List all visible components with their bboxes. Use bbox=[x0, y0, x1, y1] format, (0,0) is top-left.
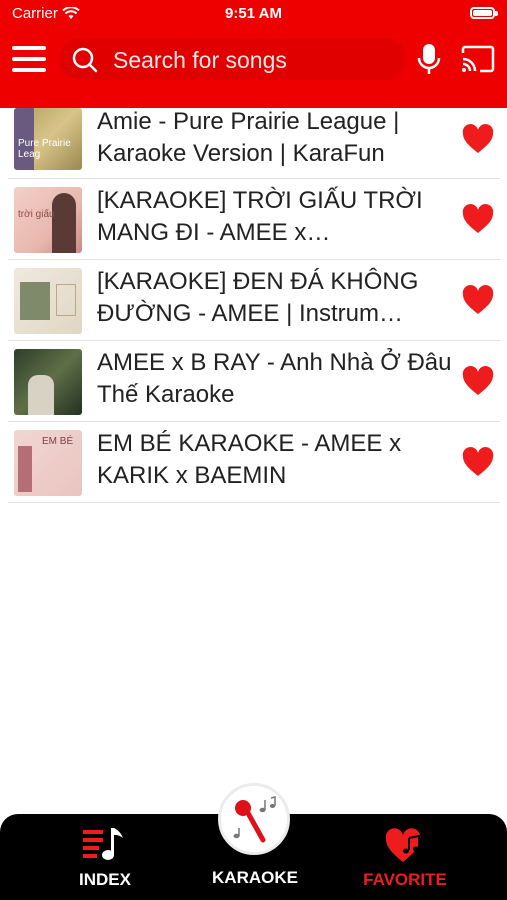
search-input[interactable] bbox=[111, 38, 395, 82]
cast-icon[interactable] bbox=[460, 45, 496, 73]
song-title[interactable]: [KARAOKE] ĐEN ĐÁ KHÔNG ĐƯỜNG - AMEE | In… bbox=[97, 266, 457, 330]
tab-karaoke-label: KARAOKE bbox=[212, 868, 298, 887]
song-thumbnail: trời giấu bbox=[14, 187, 82, 253]
tab-favorite-label: FAVORITE bbox=[363, 870, 447, 889]
tab-favorite[interactable]: FAVORITE bbox=[345, 814, 465, 900]
song-thumbnail: Pure Prairie Leag bbox=[14, 108, 82, 170]
music-list-icon bbox=[83, 828, 123, 860]
song-thumbnail: EM BÉ bbox=[14, 430, 82, 496]
status-bar: Carrier 9:51 AM bbox=[0, 0, 507, 28]
heart-icon[interactable] bbox=[462, 285, 494, 315]
battery-fill bbox=[473, 10, 492, 16]
battery-icon bbox=[470, 7, 498, 19]
microphone-icon[interactable] bbox=[417, 42, 441, 76]
song-row[interactable]: [KARAOKE] ĐEN ĐÁ KHÔNG ĐƯỜNG - AMEE | In… bbox=[8, 260, 500, 341]
song-row[interactable]: Pure Prairie Leag Amie - Pure Prairie Le… bbox=[8, 108, 500, 179]
menu-button[interactable] bbox=[12, 44, 46, 74]
song-title[interactable]: AMEE x B RAY - Anh Nhà Ở Đâu Thế Karaoke bbox=[97, 347, 457, 411]
heart-icon[interactable] bbox=[462, 366, 494, 396]
song-title[interactable]: Amie - Pure Prairie League | Karaoke Ver… bbox=[97, 106, 457, 170]
app-header: Carrier 9:51 AM bbox=[0, 0, 507, 108]
heart-music-icon bbox=[385, 828, 421, 862]
song-row[interactable]: trời giấu [KARAOKE] TRỜI GIẤU TRỜI MANG … bbox=[8, 179, 500, 260]
tab-index-label: INDEX bbox=[79, 870, 131, 889]
thumbnail-caption: Pure Prairie Leag bbox=[18, 138, 71, 160]
thumbnail-caption: trời giấu bbox=[18, 209, 55, 220]
tab-index[interactable]: INDEX bbox=[50, 814, 160, 900]
heart-icon[interactable] bbox=[462, 124, 494, 154]
song-row[interactable]: EM BÉ EM BÉ KARAOKE - AMEE x KARIK x BAE… bbox=[8, 422, 500, 503]
microphone-notes-icon bbox=[233, 796, 276, 843]
search-bar[interactable] bbox=[59, 38, 407, 82]
search-icon bbox=[72, 47, 98, 73]
status-time: 9:51 AM bbox=[225, 5, 282, 22]
favorite-song-list: Pure Prairie Leag Amie - Pure Prairie Le… bbox=[8, 108, 500, 503]
song-thumbnail bbox=[14, 349, 82, 415]
song-title[interactable]: [KARAOKE] TRỜI GIẤU TRỜI MANG ĐI - AMEE … bbox=[97, 185, 457, 249]
song-title[interactable]: EM BÉ KARAOKE - AMEE x KARIK x BAEMIN bbox=[97, 428, 457, 492]
song-row[interactable]: AMEE x B RAY - Anh Nhà Ở Đâu Thế Karaoke bbox=[8, 341, 500, 422]
thumbnail-caption: EM BÉ bbox=[42, 436, 74, 447]
heart-icon[interactable] bbox=[462, 447, 494, 477]
song-thumbnail bbox=[14, 268, 82, 334]
karaoke-button[interactable] bbox=[218, 783, 290, 855]
heart-icon[interactable] bbox=[462, 204, 494, 234]
